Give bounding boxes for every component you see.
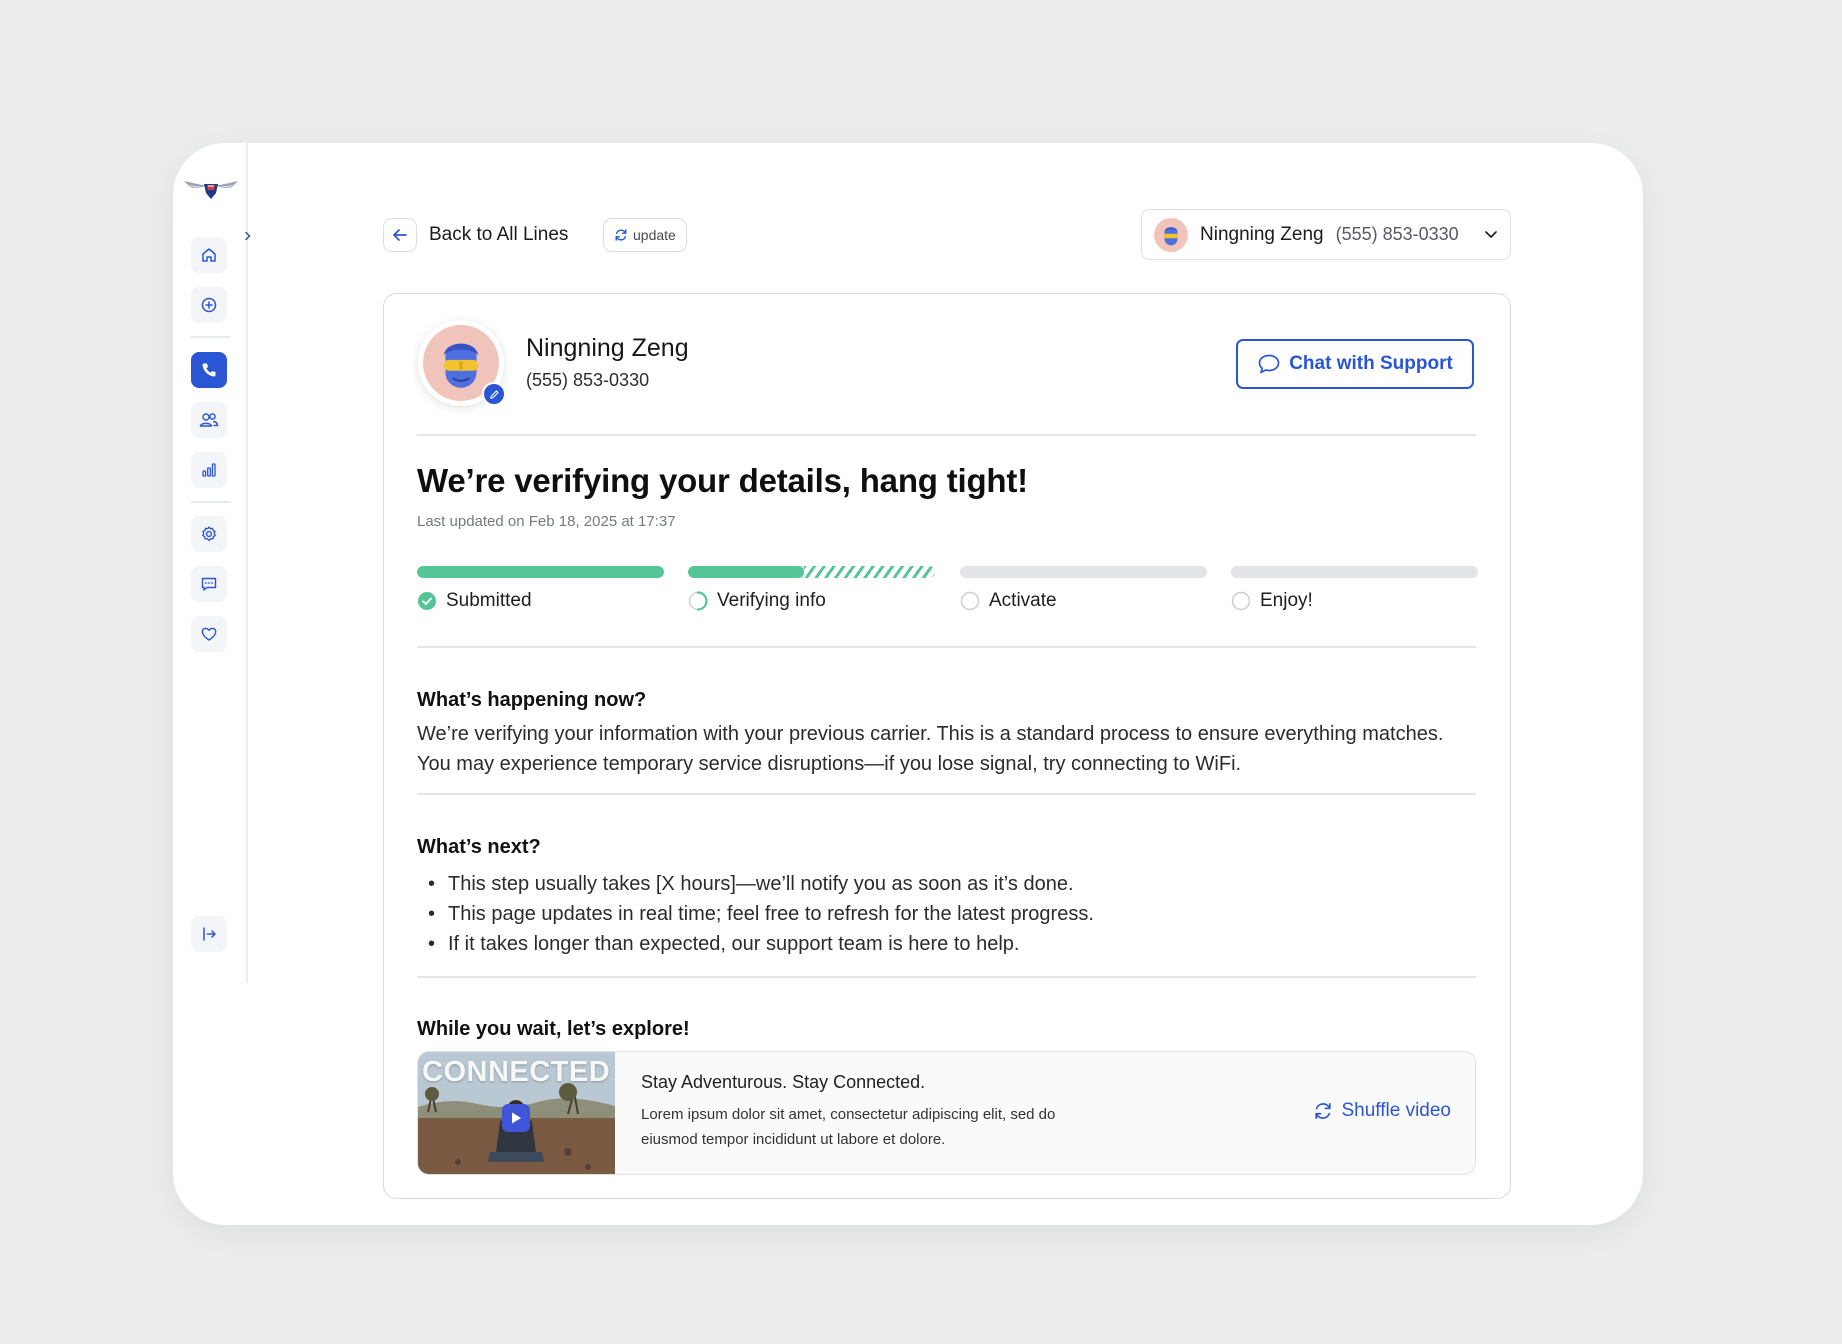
memoji-avatar-icon — [1163, 226, 1179, 245]
heart-icon — [201, 627, 217, 641]
arrow-left-icon — [393, 229, 407, 241]
step-label: Submitted — [446, 590, 532, 611]
refresh-icon — [1315, 1102, 1332, 1120]
back-to-all-lines-link[interactable]: Back to All Lines — [429, 224, 568, 246]
phone-icon — [202, 363, 216, 377]
chevron-down-icon — [1485, 231, 1497, 238]
video-title: Stay Adventurous. Stay Connected. — [641, 1072, 926, 1092]
users-icon — [199, 413, 219, 427]
whats-next-list: This step usually takes [X hours]—we’ll … — [417, 869, 1094, 959]
bar-chart-icon — [202, 463, 216, 477]
sidebar-expand-button[interactable] — [239, 227, 257, 245]
chevron-right-icon — [245, 231, 251, 241]
sidebar-item-users[interactable] — [191, 402, 227, 438]
line-status-card: Ningning Zeng (555) 853-0330 Chat with S… — [383, 293, 1511, 1199]
edit-avatar-button[interactable] — [482, 382, 506, 406]
progress-bar — [688, 566, 935, 578]
sidebar — [173, 143, 251, 983]
app-window: Back to All Lines update Ningning Zeng (… — [173, 143, 1643, 1225]
chat-with-support-label: Chat with Support — [1289, 353, 1453, 374]
shuffle-video-label: Shuffle video — [1341, 1100, 1451, 1121]
speech-bubble-icon — [1258, 354, 1280, 374]
sidebar-divider — [191, 336, 231, 338]
shuffle-video-button[interactable]: Shuffle video — [1313, 1100, 1451, 1122]
check-circle-icon — [418, 592, 436, 610]
empty-circle-icon — [1231, 591, 1251, 611]
sidebar-item-add[interactable] — [191, 287, 227, 323]
home-icon — [202, 248, 216, 262]
explore-heading: While you wait, let’s explore! — [417, 1018, 690, 1040]
progress-bar — [417, 566, 664, 578]
sidebar-item-messages[interactable] — [191, 566, 227, 602]
divider — [417, 793, 1476, 795]
whats-happening-now-text: We’re verifying your information with yo… — [417, 723, 1444, 775]
divider — [417, 976, 1476, 978]
refresh-icon — [615, 229, 627, 241]
memoji-avatar-icon — [443, 343, 479, 388]
list-item: If it takes longer than expected, our su… — [417, 929, 1094, 959]
step-label: Verifying info — [717, 590, 826, 611]
back-button[interactable] — [383, 218, 417, 252]
line-selector-name: Ningning Zeng — [1200, 223, 1324, 245]
step-label: Enjoy! — [1260, 590, 1313, 611]
empty-circle-icon — [960, 591, 980, 611]
progress-step-verifying: Verifying info — [688, 566, 935, 612]
chat-icon — [201, 577, 217, 591]
whats-next-heading: What’s next? — [417, 836, 541, 858]
whats-happening-now-heading: What’s happening now? — [417, 689, 647, 711]
sidebar-item-favorites[interactable] — [191, 616, 227, 652]
pencil-icon — [489, 389, 499, 399]
sidebar-item-usage[interactable] — [191, 452, 227, 488]
profile-avatar — [418, 320, 506, 406]
profile-phone: (555) 853-0330 — [526, 370, 650, 390]
line-selector-dropdown[interactable]: Ningning Zeng (555) 853-0330 — [1141, 209, 1511, 260]
thumbnail-title: CONNECTED — [422, 1056, 611, 1088]
list-item: This step usually takes [X hours]—we’ll … — [417, 869, 1094, 899]
progress-bar-fill — [688, 566, 805, 578]
progress-bar — [1231, 566, 1478, 578]
play-icon — [512, 1112, 521, 1124]
divider — [417, 646, 1476, 648]
divider — [417, 434, 1476, 436]
progress-step-submitted: Submitted — [417, 566, 664, 612]
update-label: update — [633, 227, 676, 243]
video-description: Lorem ipsum dolor sit amet, consectetur … — [641, 1106, 1056, 1148]
plus-circle-icon — [201, 297, 217, 313]
progress-step-enjoy: Enjoy! — [1231, 566, 1478, 612]
profile-name: Ningning Zeng — [526, 334, 689, 362]
airline-wings-logo — [184, 181, 238, 199]
status-headline: We’re verifying your details, hang tight… — [417, 462, 1028, 499]
last-updated-timestamp: Last updated on Feb 18, 2025 at 17:37 — [417, 513, 676, 530]
update-button[interactable]: update — [603, 218, 687, 252]
sidebar-item-home[interactable] — [191, 237, 227, 273]
sidebar-item-settings[interactable] — [191, 516, 227, 552]
progress-bar — [960, 566, 1207, 578]
video-thumbnail[interactable]: CONNECTED — [418, 1052, 615, 1174]
sidebar-item-logout[interactable] — [191, 916, 227, 952]
progress-step-activate: Activate — [960, 566, 1207, 612]
sidebar-item-lines[interactable] — [191, 352, 227, 388]
progress-bar-pending-stripes — [804, 566, 935, 578]
avatar — [1154, 217, 1188, 252]
settings-icon — [202, 526, 216, 542]
step-label: Activate — [989, 590, 1057, 611]
sidebar-divider — [191, 501, 231, 503]
video-card: CONNECTED Stay Adventurous. Stay Connect… — [417, 1051, 1476, 1175]
logout-icon — [203, 927, 216, 941]
line-selector-phone: (555) 853-0330 — [1335, 224, 1459, 244]
progress-bar-fill — [417, 566, 664, 578]
play-button[interactable] — [502, 1104, 530, 1132]
list-item: This page updates in real time; feel fre… — [417, 899, 1094, 929]
chat-with-support-button[interactable]: Chat with Support — [1236, 339, 1474, 389]
spinner-icon — [688, 591, 708, 611]
